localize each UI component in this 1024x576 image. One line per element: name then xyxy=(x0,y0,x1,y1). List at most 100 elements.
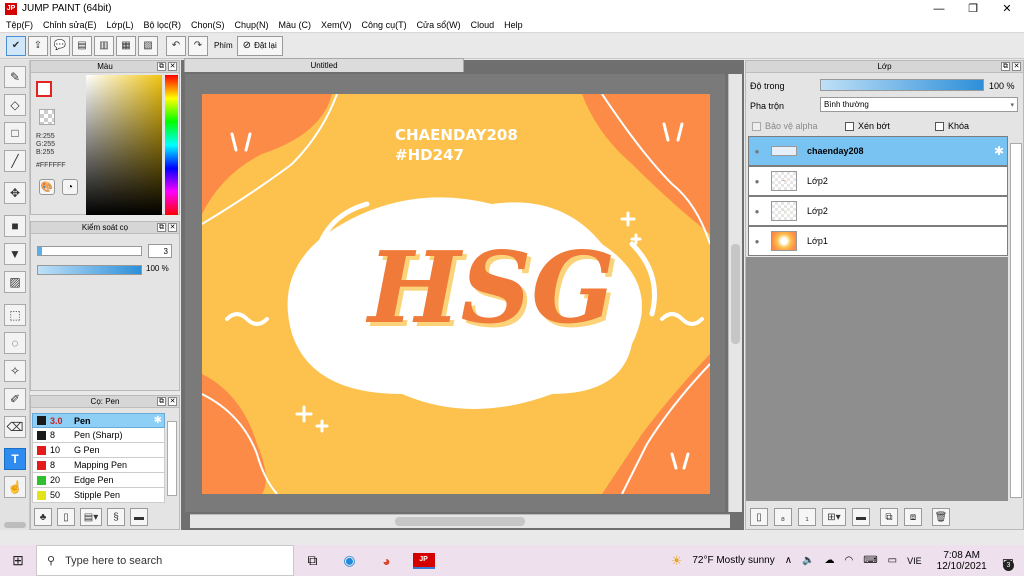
redo-icon[interactable]: ↷ xyxy=(188,35,208,56)
canvas-vertical-scrollbar[interactable] xyxy=(728,74,742,512)
move-tool-icon[interactable]: ✥ xyxy=(4,182,26,204)
list-item[interactable]: 8 Pen (Sharp) xyxy=(32,428,165,443)
list-item[interactable]: 50 Stipple Pen xyxy=(32,488,165,503)
speaker-icon[interactable]: 🔈 xyxy=(802,555,814,566)
layer-list-scrollbar[interactable] xyxy=(1010,143,1022,498)
select-eraser-icon[interactable]: ⌫ xyxy=(4,416,26,438)
panel-close-icon[interactable]: ✕ xyxy=(1012,62,1021,71)
delete-layer-icon[interactable]: 🗑 xyxy=(932,508,950,526)
brush-settings-icon[interactable]: ✱ xyxy=(154,415,162,426)
chevron-up-icon[interactable]: ∧ xyxy=(785,555,792,566)
saturation-value-picker[interactable] xyxy=(86,75,162,215)
menu-edit[interactable]: Chỉnh sửa(E) xyxy=(43,20,97,30)
maximize-button[interactable]: ❐ xyxy=(956,0,990,17)
layer-row[interactable]: ● Lớp1 xyxy=(748,226,1008,256)
magic-wand-icon[interactable]: ✧ xyxy=(4,360,26,382)
tool-strip-scroll[interactable] xyxy=(4,522,26,528)
task-view-icon[interactable]: ⧉ xyxy=(294,552,331,569)
list-item[interactable]: 8 Mapping Pen xyxy=(32,458,165,473)
brush-list-scrollbar[interactable] xyxy=(167,421,177,496)
fill-rect-tool-icon[interactable]: ■ xyxy=(4,215,26,237)
chrome-browser-icon[interactable]: ◕ xyxy=(368,553,405,569)
menu-file[interactable]: Tệp(F) xyxy=(6,20,33,30)
visibility-icon[interactable]: ● xyxy=(749,237,765,246)
lock-checkbox[interactable] xyxy=(935,121,944,131)
panel-close-icon[interactable]: ✕ xyxy=(168,223,177,232)
visibility-icon[interactable]: ● xyxy=(749,177,765,186)
brush-copy-icon[interactable]: § xyxy=(107,508,125,526)
color-history-icon[interactable]: ◔ xyxy=(62,179,78,195)
line-tool-icon[interactable]: ╱ xyxy=(4,150,26,172)
foreground-color-swatch[interactable] xyxy=(36,81,52,97)
new-8bit-layer-icon[interactable]: ₈ xyxy=(774,508,792,526)
jump-paint-taskbar-icon[interactable]: JP xyxy=(405,552,442,569)
canvas-artwork[interactable]: HSG HSG CHAENDAY208 #HD247 xyxy=(202,94,710,494)
menu-tools[interactable]: Công cụ(T) xyxy=(362,20,407,30)
add-layer-menu-icon[interactable]: ⊞▾ xyxy=(822,508,846,526)
panel-detach-icon[interactable]: ⧉ xyxy=(157,397,166,406)
lock-option[interactable]: Khóa xyxy=(935,121,969,131)
undo-icon[interactable]: ↶ xyxy=(166,35,186,56)
comment-icon[interactable]: ▤ xyxy=(72,35,92,56)
layer-settings-icon[interactable]: ✱ xyxy=(994,144,1004,158)
clipping-option[interactable]: Xén bớt xyxy=(845,121,890,131)
hand-tool-icon[interactable]: ☝ xyxy=(4,476,26,498)
menu-select[interactable]: Chọn(S) xyxy=(191,20,225,30)
minimize-button[interactable]: — xyxy=(922,0,956,17)
list-item[interactable]: 3.0 Pen ✱ xyxy=(32,413,165,428)
menu-view[interactable]: Xem(V) xyxy=(321,20,352,30)
new-1bit-layer-icon[interactable]: ₁ xyxy=(798,508,816,526)
vertical-scroll-thumb[interactable] xyxy=(731,244,740,344)
windows-start-icon[interactable]: ⊞ xyxy=(0,552,36,569)
menu-help[interactable]: Help xyxy=(504,20,523,30)
layer-opacity-slider[interactable] xyxy=(820,79,984,91)
menu-filter[interactable]: Bộ lọc(R) xyxy=(143,20,181,30)
layer-row[interactable]: ● chaenday208 ✱ xyxy=(748,136,1008,166)
list-item[interactable]: 20 Edge Pen xyxy=(32,473,165,488)
display-icon[interactable]: ▭ xyxy=(888,555,897,566)
duplicate-layer-icon[interactable]: ⧉ xyxy=(880,508,898,526)
document-icon[interactable]: ▥ xyxy=(94,35,114,56)
brush-import-icon[interactable]: ♣ xyxy=(34,508,52,526)
protect-alpha-option[interactable]: Bảo vệ alpha xyxy=(752,121,818,131)
reset-button[interactable]: ⊘ Đặt lại xyxy=(236,35,283,56)
notification-icon[interactable]: ▭3 xyxy=(1002,553,1014,571)
list-item[interactable]: 10 G Pen xyxy=(32,443,165,458)
protect-alpha-checkbox[interactable] xyxy=(752,121,761,131)
brush-opacity-slider[interactable] xyxy=(37,265,142,275)
keyboard-icon[interactable]: ⌨ xyxy=(863,555,877,566)
gradient-tool-icon[interactable]: ▨ xyxy=(4,271,26,293)
cloud-check-icon[interactable]: ✔ xyxy=(6,35,26,56)
menu-capture[interactable]: Chụp(N) xyxy=(235,20,269,30)
cloud-icon[interactable]: ☁ xyxy=(825,555,835,566)
canvas-horizontal-scrollbar[interactable] xyxy=(190,514,730,528)
clipping-checkbox[interactable] xyxy=(845,121,854,131)
palette-icon[interactable]: 🎨 xyxy=(39,179,55,195)
blend-mode-select[interactable]: Bình thường ▾ xyxy=(820,97,1018,112)
brush-size-slider[interactable] xyxy=(37,246,142,256)
brush-menu-icon[interactable]: ▤▾ xyxy=(80,508,102,526)
transparent-swatch[interactable] xyxy=(39,109,55,125)
new-layer-icon[interactable]: ▯ xyxy=(750,508,768,526)
wifi-icon[interactable]: ◠ xyxy=(845,555,854,566)
menu-window[interactable]: Cửa sổ(W) xyxy=(417,20,461,30)
merge-layer-icon[interactable]: ⧈ xyxy=(904,508,922,526)
bucket-tool-icon[interactable]: ▼ xyxy=(4,243,26,265)
panel-detach-icon[interactable]: ⧉ xyxy=(157,223,166,232)
language-indicator[interactable]: VIE xyxy=(907,556,922,566)
share-icon[interactable]: ⇪ xyxy=(28,35,48,56)
menu-layer[interactable]: Lớp(L) xyxy=(107,20,134,30)
chat-icon[interactable]: 💬 xyxy=(50,35,70,56)
menu-cloud[interactable]: Cloud xyxy=(471,20,495,30)
tiles-icon[interactable]: ▧ xyxy=(138,35,158,56)
panel-close-icon[interactable]: ✕ xyxy=(168,397,177,406)
taskbar-search[interactable]: ⚲ Type here to search xyxy=(36,545,294,576)
weather-text[interactable]: 72°F Mostly sunny xyxy=(692,555,774,566)
eraser-tool-icon[interactable]: ◇ xyxy=(4,94,26,116)
panel-detach-icon[interactable]: ⧉ xyxy=(157,62,166,71)
hue-slider[interactable] xyxy=(165,75,178,215)
panel-detach-icon[interactable]: ⧉ xyxy=(1001,62,1010,71)
gallery-icon[interactable]: ▦ xyxy=(116,35,136,56)
new-brush-icon[interactable]: ▯ xyxy=(57,508,75,526)
lasso-tool-icon[interactable]: ◌ xyxy=(4,332,26,354)
